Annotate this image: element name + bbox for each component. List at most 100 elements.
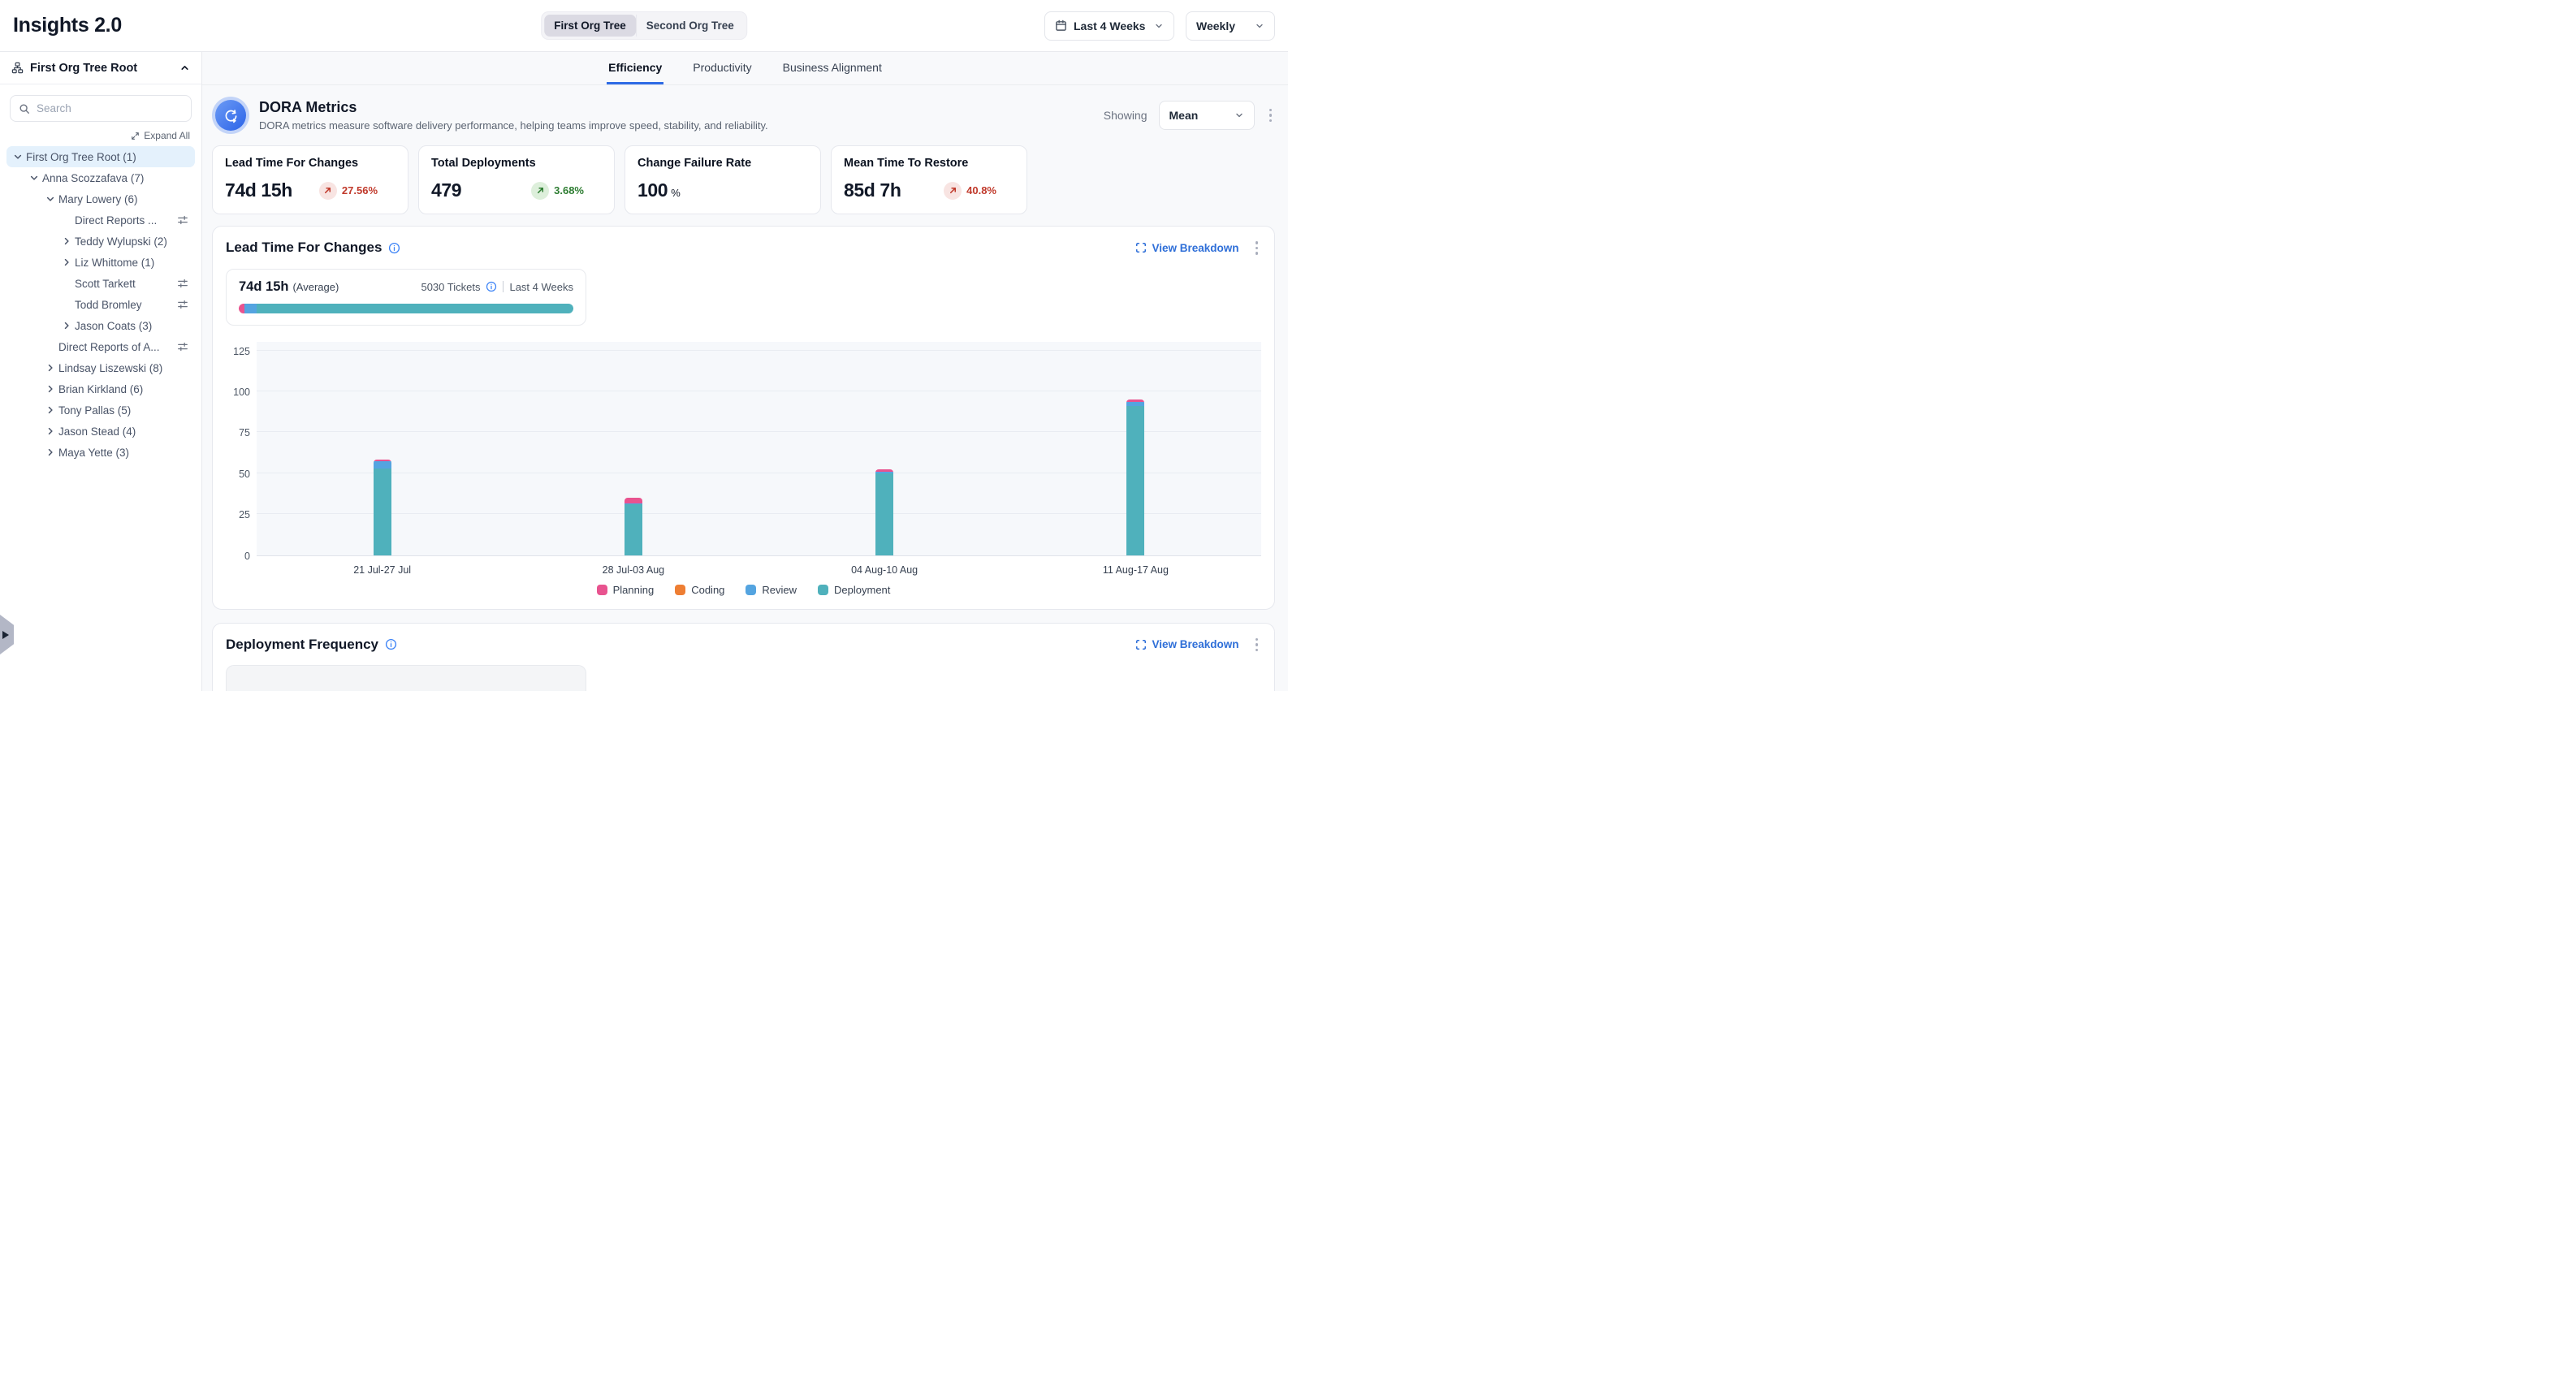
tree-item-label: Direct Reports ...	[75, 214, 157, 227]
tree-item-scott-tarkett[interactable]: Scott Tarkett	[6, 273, 195, 294]
filter-icon[interactable]	[172, 278, 188, 289]
tab-efficiency[interactable]: Efficiency	[607, 52, 663, 84]
chevron-down-icon[interactable]	[42, 194, 58, 204]
chart-x-axis: 21 Jul-27 Jul28 Jul-03 Aug04 Aug-10 Aug1…	[257, 556, 1261, 581]
metric-card-change-failure-rate: Change Failure Rate100%	[625, 145, 821, 214]
plot-area	[257, 342, 1261, 556]
date-range-select[interactable]: Last 4 Weeks	[1044, 11, 1174, 41]
legend-label: Review	[762, 584, 797, 596]
chevron-right-icon[interactable]	[42, 447, 58, 457]
info-icon[interactable]	[486, 281, 497, 292]
info-icon[interactable]	[385, 638, 397, 650]
gridline	[257, 431, 1261, 432]
chevron-right-icon[interactable]	[58, 236, 75, 246]
bar-11-aug-17-aug[interactable]	[1126, 399, 1144, 555]
legend-item-review[interactable]: Review	[746, 584, 797, 596]
trend-badge: 40.8%	[944, 182, 996, 200]
bar-28-jul-03-aug[interactable]	[625, 498, 642, 555]
filter-icon[interactable]	[172, 299, 188, 310]
chevron-right-icon[interactable]	[58, 257, 75, 267]
tree-item-label: Direct Reports of A...	[58, 341, 160, 353]
tree-item-lindsay-liszewski-8[interactable]: Lindsay Liszewski (8)	[6, 357, 195, 378]
chevron-right-icon[interactable]	[42, 405, 58, 415]
org-tree-toggle: First Org TreeSecond Org Tree	[541, 11, 747, 40]
expand-all-button[interactable]: Expand All	[131, 130, 190, 141]
org-tree: First Org Tree Root (1) Anna Scozzafava (…	[0, 145, 201, 463]
chevron-down-icon[interactable]	[26, 173, 42, 183]
phase-segment-planning	[239, 304, 244, 313]
y-tick-label: 100	[233, 387, 250, 398]
calendar-icon	[1055, 19, 1067, 32]
sidebar-title: First Org Tree Root	[30, 62, 173, 75]
info-icon[interactable]	[388, 242, 400, 254]
tree-item-tony-pallas-5[interactable]: Tony Pallas (5)	[6, 399, 195, 421]
showing-label: Showing	[1104, 109, 1148, 122]
deployment-menu-button[interactable]	[1252, 635, 1262, 655]
trend-percent: 40.8%	[966, 184, 996, 197]
lead-time-chart: 0255075100125	[226, 342, 1261, 556]
tree-item-direct-reports-of-a[interactable]: Direct Reports of A...	[6, 336, 195, 357]
bar-21-jul-27-jul[interactable]	[374, 460, 391, 555]
sidebar-search[interactable]	[10, 95, 192, 122]
legend-label: Planning	[613, 584, 655, 596]
dora-metrics-icon	[212, 97, 249, 134]
x-tick-label: 28 Jul-03 Aug	[603, 564, 664, 576]
view-breakdown-link[interactable]: View Breakdown	[1135, 638, 1238, 650]
tree-item-label: Liz Whittome (1)	[75, 257, 154, 269]
granularity-select[interactable]: Weekly	[1186, 11, 1275, 41]
chevron-right-icon[interactable]	[42, 426, 58, 436]
legend-item-planning[interactable]: Planning	[597, 584, 655, 596]
chevron-down-icon[interactable]	[10, 152, 26, 162]
bar-segment-deployment	[625, 504, 642, 555]
chevron-right-icon[interactable]	[58, 321, 75, 330]
top-bar: Insights 2.0 First Org TreeSecond Org Tr…	[0, 0, 1288, 52]
tree-item-jason-coats-3[interactable]: Jason Coats (3)	[6, 315, 195, 336]
lead-time-menu-button[interactable]	[1252, 238, 1262, 258]
tree-item-todd-bromley[interactable]: Todd Bromley	[6, 294, 195, 315]
bar-segment-planning	[625, 498, 642, 503]
tab-business-alignment[interactable]: Business Alignment	[781, 52, 884, 84]
tree-item-mary-lowery-6[interactable]: Mary Lowery (6)	[6, 188, 195, 209]
tabs-row: Efficiency Productivity Business Alignment	[202, 52, 1288, 85]
tickets-count: 5030 Tickets	[421, 281, 480, 293]
view-breakdown-label: View Breakdown	[1152, 638, 1238, 650]
bar-segment-deployment	[1126, 406, 1144, 555]
org-toggle-second-org-tree[interactable]: Second Org Tree	[636, 15, 744, 37]
tree-item-brian-kirkland-6[interactable]: Brian Kirkland (6)	[6, 378, 195, 399]
main-area: Efficiency Productivity Business Alignment	[202, 52, 1288, 691]
search-input[interactable]	[37, 102, 183, 114]
bar-04-aug-10-aug[interactable]	[875, 469, 893, 555]
metric-value: 74d 15h	[225, 179, 292, 201]
app-title: Insights 2.0	[13, 14, 122, 37]
y-tick-label: 25	[239, 509, 250, 520]
y-tick-label: 75	[239, 427, 250, 438]
tree-item-first-org-tree-root-1[interactable]: First Org Tree Root (1)	[6, 146, 195, 167]
tree-item-label: First Org Tree Root (1)	[26, 151, 136, 163]
metric-unit: %	[671, 187, 681, 199]
legend-swatch	[597, 585, 607, 595]
tree-item-jason-stead-4[interactable]: Jason Stead (4)	[6, 421, 195, 442]
tree-item-teddy-wylupski-2[interactable]: Teddy Wylupski (2)	[6, 231, 195, 252]
tree-item-anna-scozzafava-7[interactable]: Anna Scozzafava (7)	[6, 167, 195, 188]
average-value: 74d 15h	[239, 279, 288, 295]
dora-subtitle: DORA metrics measure software delivery p…	[259, 119, 768, 132]
legend-item-coding[interactable]: Coding	[675, 584, 724, 596]
tree-item-maya-yette-3[interactable]: Maya Yette (3)	[6, 442, 195, 463]
tab-productivity[interactable]: Productivity	[691, 52, 753, 84]
tree-item-label: Lindsay Liszewski (8)	[58, 362, 162, 374]
legend-item-deployment[interactable]: Deployment	[818, 584, 890, 596]
chevron-right-icon[interactable]	[42, 384, 58, 394]
dora-menu-button[interactable]	[1266, 106, 1276, 126]
legend-swatch	[746, 585, 756, 595]
collapse-sidebar-button[interactable]	[179, 63, 190, 73]
filter-icon[interactable]	[172, 214, 188, 226]
tree-item-liz-whittome-1[interactable]: Liz Whittome (1)	[6, 252, 195, 273]
chevron-right-icon[interactable]	[42, 363, 58, 373]
showing-select[interactable]: Mean	[1159, 101, 1255, 130]
tree-item-direct-reports[interactable]: Direct Reports ...	[6, 209, 195, 231]
chevron-down-icon	[1234, 110, 1244, 120]
filter-icon[interactable]	[172, 341, 188, 352]
metric-card-mean-time-to-restore: Mean Time To Restore85d 7h40.8%	[831, 145, 1027, 214]
org-toggle-first-org-tree[interactable]: First Org Tree	[544, 15, 636, 37]
view-breakdown-link[interactable]: View Breakdown	[1135, 242, 1238, 254]
